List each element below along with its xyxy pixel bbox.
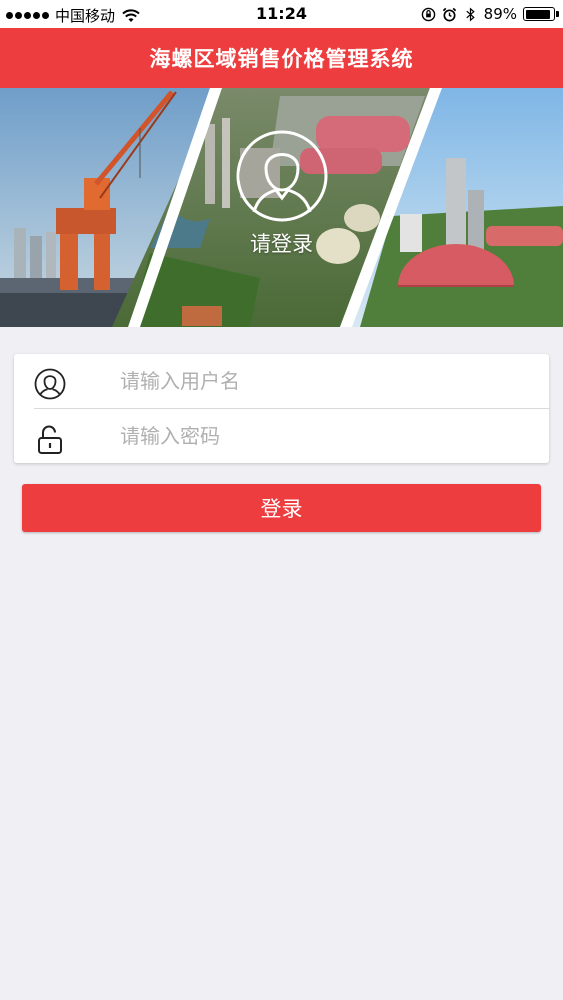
battery-level [525,9,550,19]
page-title: 海螺区域销售价格管理系统 [149,47,414,71]
banner-image: 请登录 [0,88,563,327]
status-bar-right: 89% [421,5,559,23]
user-circle-icon [34,368,66,400]
login-button[interactable]: 登录 [22,484,541,532]
app-header: 海螺区域销售价格管理系统 [0,28,563,88]
password-row [14,409,549,463]
username-input[interactable] [120,363,530,399]
password-input[interactable] [120,418,530,454]
user-avatar-icon[interactable] [236,130,328,222]
alarm-icon [442,7,456,21]
status-bar: 中国移动 11:24 89% [0,0,563,28]
username-row [14,354,549,408]
bluetooth-icon [466,7,475,21]
login-form [14,354,549,463]
battery-icon [523,7,559,21]
login-caption: 请登录 [250,232,313,256]
orientation-lock-icon [421,7,435,21]
unlocked-padlock-icon [38,425,62,454]
battery-percent: 89% [483,5,517,23]
